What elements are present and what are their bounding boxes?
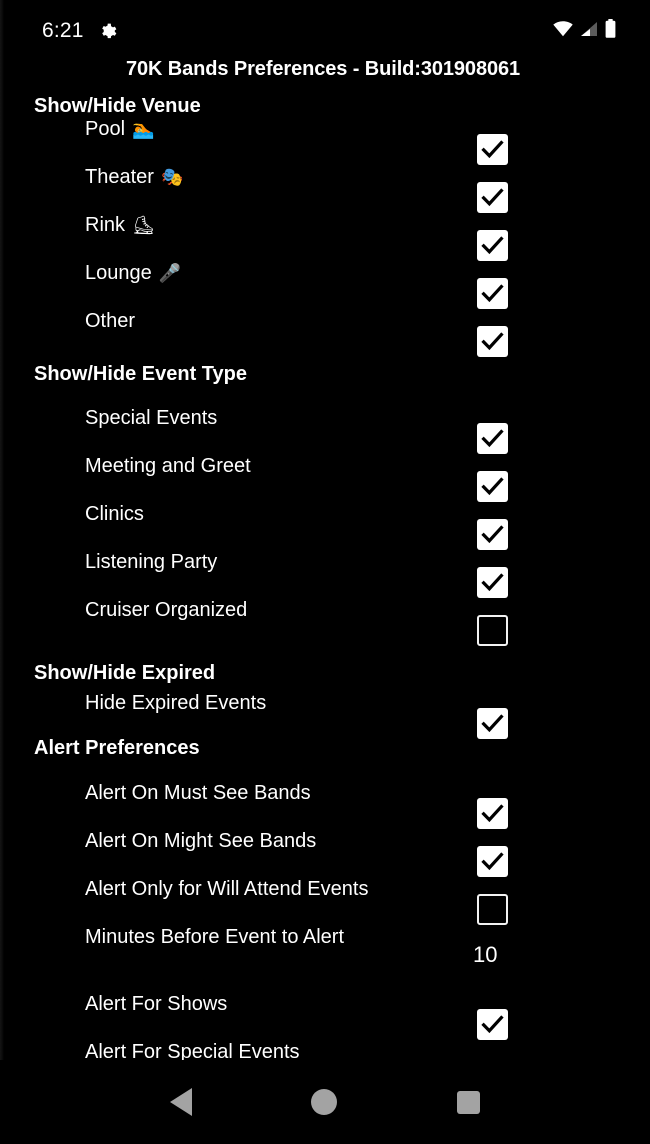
status-bar-left: 6:21 xyxy=(42,19,117,43)
checkbox-cell[interactable] xyxy=(477,519,508,550)
recents-button-icon[interactable] xyxy=(457,1090,481,1114)
preference-row[interactable]: Alert On Might See Bands xyxy=(0,830,508,877)
checkbox-checked[interactable] xyxy=(477,278,508,309)
preference-label: Minutes Before Event to Alert xyxy=(85,926,345,948)
preference-label: Alert Only for Will Attend Events xyxy=(85,878,369,900)
preference-row[interactable]: Listening Party xyxy=(0,551,508,598)
checkbox-cell[interactable] xyxy=(477,230,508,261)
preference-row[interactable]: Alert Only for Will Attend Events xyxy=(0,878,508,925)
checkbox-cell[interactable] xyxy=(477,708,508,739)
checkbox-cell[interactable] xyxy=(477,567,508,598)
checkbox-checked[interactable] xyxy=(477,134,508,165)
preference-row[interactable]: Minutes Before Event to Alert 10 xyxy=(0,926,497,966)
checkbox-checked[interactable] xyxy=(477,326,508,357)
preference-row[interactable]: Pool 🏊 xyxy=(0,118,508,165)
preference-label: Clinics xyxy=(85,503,144,525)
preference-row[interactable]: Alert For Shows xyxy=(0,993,508,1040)
checkbox-checked[interactable] xyxy=(477,423,508,454)
checkbox-cell[interactable] xyxy=(477,615,508,646)
status-clock: 6:21 xyxy=(42,19,84,42)
preference-label: Cruiser Organized xyxy=(85,599,248,621)
preference-row[interactable]: Clinics xyxy=(0,503,508,550)
preference-label: Theater xyxy=(85,166,154,188)
checkbox-cell[interactable] xyxy=(477,326,508,357)
section-header: Show/Hide Expired xyxy=(34,662,216,684)
checkbox-cell[interactable] xyxy=(477,182,508,213)
preference-row[interactable]: Lounge 🎤 xyxy=(0,262,508,309)
checkbox-checked[interactable] xyxy=(477,182,508,213)
checkbox-cell[interactable] xyxy=(477,471,508,502)
status-bar-right xyxy=(553,19,616,43)
checkbox-checked[interactable] xyxy=(477,519,508,550)
preference-row[interactable]: Meeting and Greet xyxy=(0,455,508,502)
checkbox-cell[interactable] xyxy=(477,423,508,454)
checkbox-checked[interactable] xyxy=(477,798,508,829)
cellular-signal-icon xyxy=(580,21,598,42)
preference-label: Hide Expired Events xyxy=(85,692,267,714)
checkbox-cell[interactable] xyxy=(477,846,508,877)
preference-row[interactable]: Alert On Must See Bands xyxy=(0,782,508,829)
checkbox-checked[interactable] xyxy=(477,567,508,598)
android-navigation-bar xyxy=(0,1060,650,1144)
preference-label: Alert For Shows xyxy=(85,993,228,1015)
wifi-icon xyxy=(553,20,573,42)
preference-label: Special Events xyxy=(85,407,218,429)
checkbox-cell[interactable] xyxy=(477,278,508,309)
minutes-before-alert-value[interactable]: 10 xyxy=(473,942,497,967)
preference-label: Rink xyxy=(85,214,126,236)
checkbox-checked[interactable] xyxy=(477,1009,508,1040)
venue-emoji-icon: 🎭 xyxy=(160,167,184,187)
venue-emoji-icon: 🏊 xyxy=(132,119,155,139)
preference-row[interactable]: Rink ⛸ xyxy=(0,214,508,261)
checkbox-unchecked[interactable] xyxy=(477,894,508,925)
venue-emoji-icon: 🎤 xyxy=(158,263,182,283)
battery-full-icon xyxy=(605,19,616,43)
checkbox-checked[interactable] xyxy=(477,471,508,502)
checkbox-unchecked[interactable] xyxy=(477,615,508,646)
preference-row[interactable]: Cruiser Organized xyxy=(0,599,508,646)
home-button-icon[interactable] xyxy=(311,1089,338,1115)
checkbox-checked[interactable] xyxy=(477,846,508,877)
preference-label: Other xyxy=(85,310,136,332)
preference-row[interactable]: Special Events xyxy=(0,407,508,454)
preference-label: Alert For Special Events xyxy=(85,1041,300,1060)
section-header: Show/Hide Venue xyxy=(34,95,201,117)
venue-emoji-icon: ⛸ xyxy=(132,215,155,235)
preference-label: Meeting and Greet xyxy=(85,455,251,477)
checkbox-cell[interactable] xyxy=(477,1009,508,1040)
back-button-icon[interactable] xyxy=(169,1088,192,1116)
status-bar: 6:21 xyxy=(0,0,650,62)
preferences-scroll-container[interactable]: Show/Hide Venue Pool 🏊 Theater 🎭 Rink ⛸ Lounge 🎤… xyxy=(0,92,650,1060)
checkbox-checked[interactable] xyxy=(477,230,508,261)
preference-row[interactable]: Hide Expired Events xyxy=(0,692,508,739)
preference-label: Listening Party xyxy=(85,551,218,573)
preference-label: Lounge xyxy=(85,262,152,284)
preference-row[interactable]: Other xyxy=(0,310,508,357)
checkbox-cell[interactable] xyxy=(477,134,508,165)
preference-label: Alert On Might See Bands xyxy=(85,830,317,852)
preference-label: Pool xyxy=(85,118,126,140)
minutes-value-cell[interactable]: 10 xyxy=(473,944,497,967)
gear-icon xyxy=(98,22,117,41)
preference-label: Alert On Must See Bands xyxy=(85,782,311,804)
checkbox-cell[interactable] xyxy=(477,894,508,925)
preference-row[interactable]: Alert For Special Events xyxy=(0,1042,300,1060)
checkbox-cell[interactable] xyxy=(477,798,508,829)
checkbox-checked[interactable] xyxy=(477,708,508,739)
preference-row[interactable]: Theater 🎭 xyxy=(0,166,508,213)
section-header: Show/Hide Event Type xyxy=(34,363,247,385)
section-header: Alert Preferences xyxy=(34,737,200,759)
